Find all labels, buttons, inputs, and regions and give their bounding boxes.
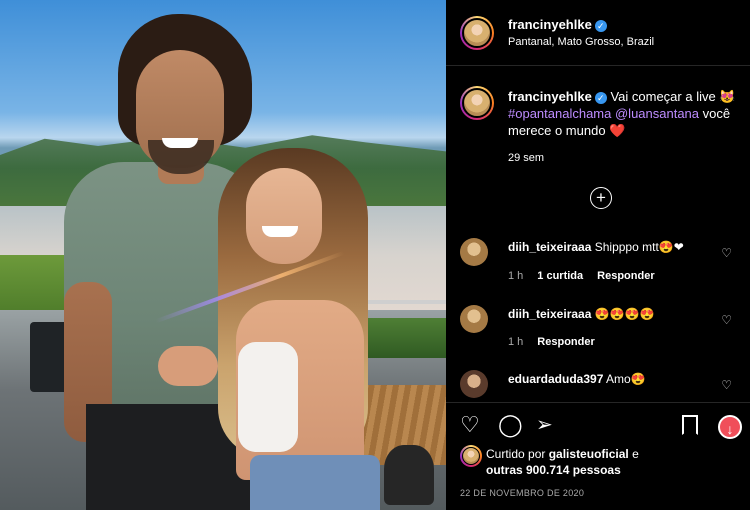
caption-text: Vai começar a live 😻 bbox=[610, 89, 736, 104]
post-location[interactable]: Pantanal, Mato Grosso, Brazil bbox=[508, 36, 654, 48]
caption-username[interactable]: francinyehlke bbox=[508, 89, 592, 104]
verified-badge-icon: ✓ bbox=[594, 20, 607, 32]
comment-body: eduardaduda397 Amo😍 bbox=[508, 372, 646, 386]
author-name-row: francinyehlke ✓ bbox=[508, 16, 607, 34]
liked-by-user[interactable]: galisteuoficial bbox=[549, 447, 629, 461]
comment-username[interactable]: diih_teixeiraaa bbox=[508, 307, 591, 321]
comment-body: diih_teixeiraaa Shipppo mtt😍❤ bbox=[508, 240, 684, 254]
comment-icon[interactable]: ◯ bbox=[498, 413, 523, 437]
load-more-comments-icon[interactable]: + bbox=[590, 187, 612, 209]
woman-face bbox=[246, 168, 322, 264]
reply-button[interactable]: Responder bbox=[537, 336, 594, 348]
woman-smile bbox=[262, 226, 298, 237]
heart-icon[interactable]: ♡ bbox=[721, 313, 732, 327]
commenter-avatar[interactable] bbox=[460, 370, 488, 398]
comment-text: 😍😍😍😍 bbox=[594, 307, 655, 321]
comment-text: Shipppo mtt😍❤ bbox=[594, 240, 684, 254]
liker-avatar[interactable] bbox=[460, 445, 482, 467]
caption-age[interactable]: 29 sem bbox=[508, 152, 544, 164]
comment-item: diih_teixeiraaa Shipppo mtt😍❤ 1 h 1 curti… bbox=[460, 238, 744, 294]
post-header: francinyehlke ✓ Pantanal, Mato Grosso, Br… bbox=[446, 0, 750, 66]
reply-button[interactable]: Responder bbox=[597, 270, 654, 282]
woman-jeans bbox=[250, 455, 380, 510]
comment-time[interactable]: 1 h bbox=[508, 270, 523, 282]
heart-icon[interactable]: ♡ bbox=[721, 246, 732, 260]
man-smile bbox=[162, 138, 198, 148]
author-avatar[interactable] bbox=[460, 16, 494, 50]
heart-icon[interactable]: ♡ bbox=[460, 413, 480, 437]
comment-item: diih_teixeiraaa 😍😍😍😍 1 h Responder ♡ bbox=[460, 305, 744, 357]
verified-badge-icon: ✓ bbox=[594, 92, 607, 104]
comment-body: diih_teixeiraaa 😍😍😍😍 bbox=[508, 307, 655, 321]
post-caption: francinyehlke ✓ Vai começar a live 😻 #opa… bbox=[508, 88, 740, 139]
comment-likes[interactable]: 1 curtida bbox=[537, 270, 583, 282]
post-actions: ♡ ◯ ➢ ↓ Curtido por galisteuoficial e ou… bbox=[446, 402, 750, 510]
liked-by-others[interactable]: outras 900.714 pessoas bbox=[486, 463, 621, 477]
comment-item: eduardaduda397 Amo😍 ♡ bbox=[460, 370, 744, 398]
bookmark-icon[interactable] bbox=[682, 415, 698, 435]
comment-text: Amo😍 bbox=[606, 372, 646, 386]
caption-avatar[interactable] bbox=[460, 86, 494, 120]
post-photo[interactable] bbox=[0, 0, 446, 510]
commenter-avatar[interactable] bbox=[460, 238, 488, 266]
comment-meta: 1 h 1 curtida Responder bbox=[508, 270, 669, 282]
heart-icon[interactable]: ♡ bbox=[721, 378, 732, 392]
woman-top bbox=[238, 342, 298, 452]
photo-speaker bbox=[384, 445, 434, 505]
commenter-avatar[interactable] bbox=[460, 305, 488, 333]
comment-username[interactable]: diih_teixeiraaa bbox=[508, 240, 591, 254]
comment-meta: 1 h Responder bbox=[508, 336, 609, 348]
liked-by-text: Curtido por galisteuoficial e outras 900… bbox=[486, 446, 639, 478]
comment-time[interactable]: 1 h bbox=[508, 336, 523, 348]
caption-mention[interactable]: @luansantana bbox=[615, 106, 699, 121]
author-username[interactable]: francinyehlke bbox=[508, 17, 592, 32]
woman-hand bbox=[158, 346, 218, 386]
paper-plane-icon[interactable]: ➢ bbox=[536, 413, 553, 437]
liked-by-and: e bbox=[632, 447, 639, 461]
post-side-panel: francinyehlke ✓ Pantanal, Mato Grosso, Br… bbox=[446, 0, 750, 510]
liked-by-prefix: Curtido por bbox=[486, 447, 546, 461]
download-icon[interactable]: ↓ bbox=[718, 415, 742, 439]
photo-grass-right bbox=[356, 318, 446, 358]
caption-hashtag[interactable]: #opantanalchama bbox=[508, 106, 611, 121]
post-date[interactable]: 22 DE NOVEMBRO DE 2020 bbox=[460, 488, 584, 498]
comment-username[interactable]: eduardaduda397 bbox=[508, 372, 603, 386]
